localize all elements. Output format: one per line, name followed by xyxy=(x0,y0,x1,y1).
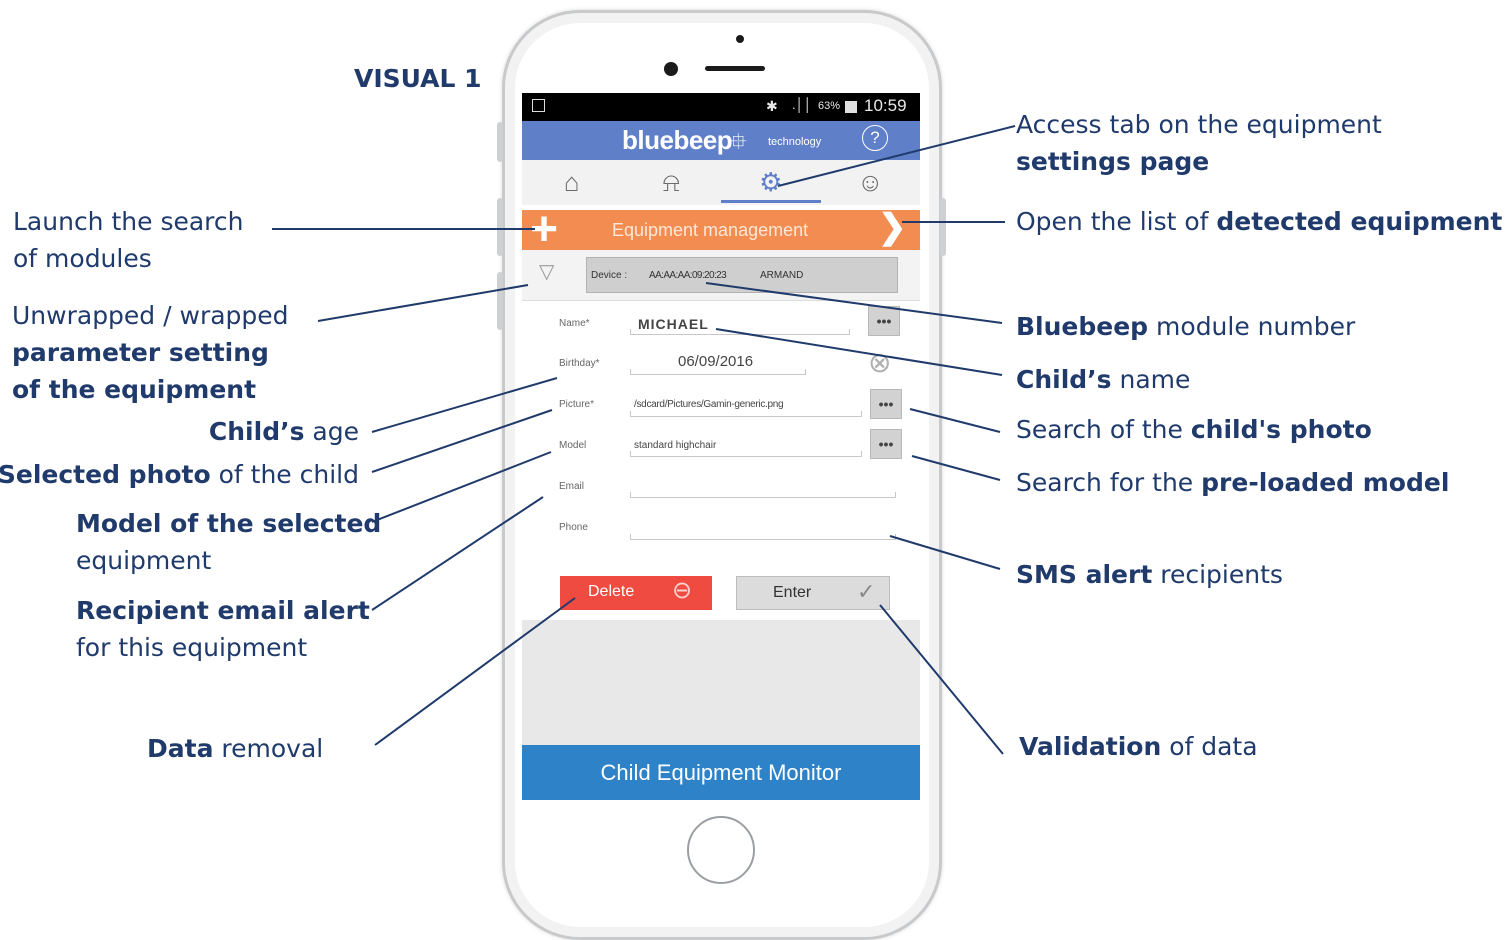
annotation-text: module number xyxy=(1148,312,1356,341)
annotation-access-tab: Access tab on the equipment settings pag… xyxy=(1016,106,1382,180)
annotation-text: Search for the xyxy=(1016,468,1202,497)
leader-email xyxy=(371,496,544,611)
leader-search-photo xyxy=(909,408,1001,433)
annotation-search-photo: Search of the child's photo xyxy=(1016,411,1372,448)
annotation-bold: Validation xyxy=(1019,732,1162,761)
visual-title: VISUAL 1 xyxy=(354,64,482,93)
annotation-model: Model of the selected equipment xyxy=(76,505,381,579)
annotation-sms: SMS alert recipients xyxy=(1016,556,1283,593)
annotation-launch-search: Launch the search of modules xyxy=(13,203,244,277)
leader-module-number xyxy=(705,282,1003,324)
annotation-text: Recipient email alert xyxy=(76,596,370,625)
annotation-text: of modules xyxy=(13,244,152,273)
annotation-text: parameter setting xyxy=(12,338,269,367)
leader-unwrapped xyxy=(317,284,529,322)
annotation-module-number: Bluebeep module number xyxy=(1016,308,1355,345)
annotation-search-model: Search for the pre-loaded model xyxy=(1016,464,1449,501)
annotation-validation: Validation of data xyxy=(1019,728,1258,765)
annotation-email: Recipient email alert for this equipment xyxy=(76,592,370,666)
annotation-text: Search of the xyxy=(1016,415,1191,444)
annotation-bold: Child’s xyxy=(208,417,305,446)
annotation-unwrapped: Unwrapped / wrapped parameter setting of… xyxy=(12,297,289,408)
annotation-photo: Selected photo of the child xyxy=(0,456,359,493)
annotation-bold: Data xyxy=(147,734,214,763)
annotation-text: recipients xyxy=(1152,560,1283,589)
annotation-bold: Bluebeep xyxy=(1016,312,1149,341)
annotation-text: age xyxy=(304,417,359,446)
leader-search-model xyxy=(911,455,1001,481)
annotation-open-list: Open the list of detected equipment xyxy=(1016,203,1502,240)
annotation-text: of the child xyxy=(210,460,359,489)
annotation-text: of data xyxy=(1161,732,1258,761)
annotation-child-name: Child’s name xyxy=(1016,361,1190,398)
annotation-bold: detected equipment xyxy=(1216,207,1503,236)
leader-age xyxy=(371,377,558,433)
leader-removal xyxy=(374,597,576,746)
annotation-bold: Child’s xyxy=(1016,365,1112,394)
annotation-text: equipment xyxy=(76,546,212,575)
annotation-text: Launch the search xyxy=(13,207,244,236)
annotation-bold: pre-loaded model xyxy=(1201,468,1450,497)
annotation-text: Unwrapped / wrapped xyxy=(12,301,289,330)
annotation-age: Child’s age xyxy=(209,413,359,450)
annotation-text: Model of the selected xyxy=(76,509,382,538)
annotation-text: Open the list of xyxy=(1016,207,1217,236)
annotation-text: name xyxy=(1111,365,1191,394)
annotation-removal: Data removal xyxy=(147,730,323,767)
annotation-bold: SMS alert xyxy=(1016,560,1153,589)
annotation-text: for this equipment xyxy=(76,633,308,662)
annotation-bold: child's photo xyxy=(1190,415,1372,444)
annotation-text: removal xyxy=(213,734,324,763)
annotation-bold: Selected photo xyxy=(0,460,211,489)
leader-access-tab xyxy=(777,125,1016,187)
annotation-text: of the equipment xyxy=(12,375,257,404)
leader-child-name xyxy=(715,328,1003,376)
leader-validation xyxy=(879,604,1004,755)
annotation-text: settings page xyxy=(1016,147,1210,176)
leader-sms xyxy=(889,535,1001,570)
annotation-text: Access tab on the equipment xyxy=(1016,110,1382,139)
